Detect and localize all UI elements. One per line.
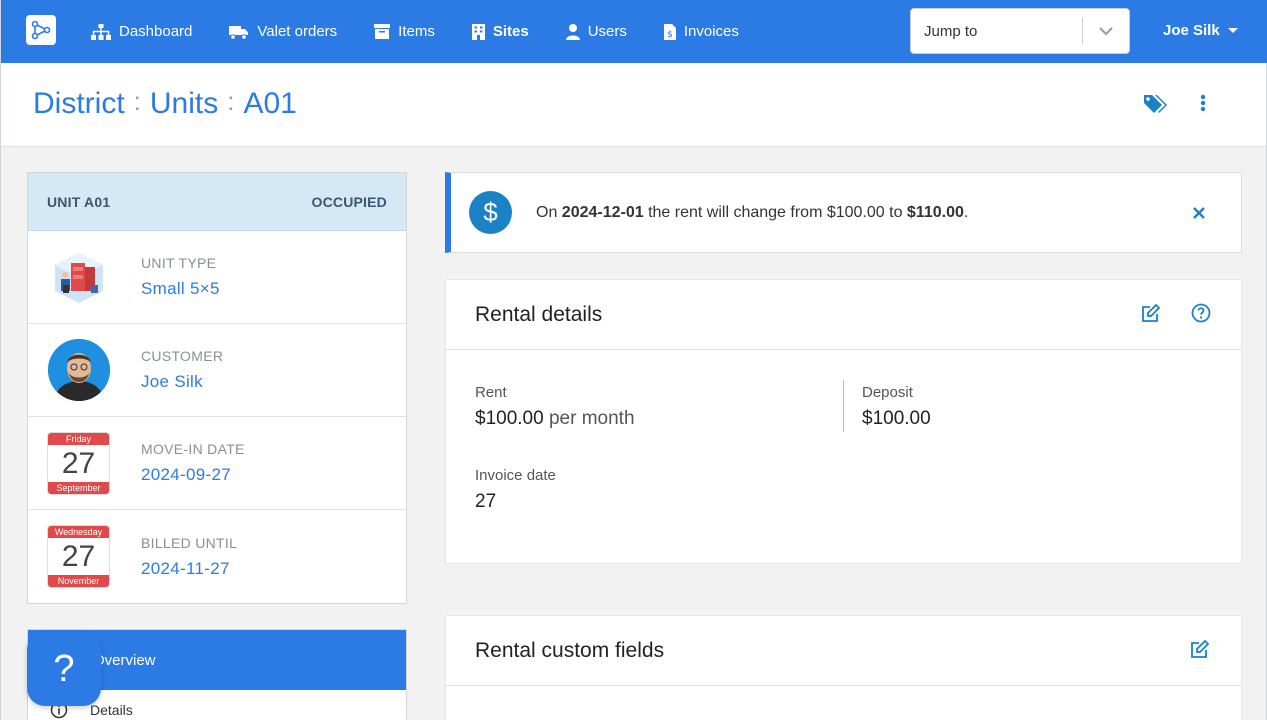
calendar-weekday: Friday — [48, 432, 109, 445]
calendar-day: 27 — [61, 540, 96, 573]
top-navbar: Dashboard Valet orders Items Sites Users… — [1, 0, 1267, 63]
building-icon — [471, 23, 485, 40]
jump-to-placeholder: Jump to — [924, 22, 978, 40]
notice-pre: On — [536, 203, 562, 221]
rental-details-card: Rental details Rent $100.00 per month De… — [445, 279, 1242, 564]
unit-title: UNIT A01 — [47, 193, 111, 210]
notice-post: . — [963, 203, 969, 221]
help-button[interactable]: ? — [27, 632, 101, 706]
nav-invoices[interactable]: $ Invoices — [663, 23, 739, 40]
unit-status-badge: OCCUPIED — [311, 193, 387, 210]
move-in-row: Friday 27 September MOVE-IN DATE 2024-09… — [28, 417, 406, 510]
invoice-date-label: Invoice date — [475, 467, 556, 484]
nav-sites-label: Sites — [492, 23, 529, 40]
unit-type-illustration-icon — [47, 246, 110, 309]
nav-valet-orders-label: Valet orders — [257, 23, 338, 40]
menu-item-details-label: Details — [90, 702, 133, 718]
menu-item-overview-label: Overview — [93, 651, 156, 669]
invoice-date-value: 27 — [475, 491, 497, 512]
svg-text:$: $ — [667, 30, 673, 40]
rental-details-header: Rental details — [446, 280, 1241, 350]
user-icon — [565, 23, 580, 40]
billed-until-row: Wednesday 27 November BILLED UNTIL 2024-… — [28, 510, 406, 603]
nav-sites[interactable]: Sites — [471, 23, 529, 40]
nav-dashboard-label: Dashboard — [119, 23, 193, 40]
custom-fields-title: Rental custom fields — [475, 638, 665, 662]
rent-label: Rent — [475, 384, 507, 401]
breadcrumb: District : Units : A01 — [33, 86, 297, 121]
user-menu[interactable]: Joe Silk — [1163, 22, 1238, 39]
notice-mid: the rent will change from $100.00 to — [643, 203, 907, 221]
breadcrumb-units[interactable]: Units — [150, 87, 218, 121]
rental-details-title: Rental details — [475, 302, 603, 326]
tags-icon[interactable] — [1142, 93, 1168, 120]
deposit-label: Deposit — [862, 384, 913, 401]
user-name: Joe Silk — [1163, 22, 1220, 39]
nav-invoices-label: Invoices — [683, 23, 739, 40]
jump-to-select[interactable]: Jump to — [910, 8, 1130, 54]
rent-value-row: $100.00 per month — [475, 408, 635, 430]
breadcrumb-unit: A01 — [243, 87, 297, 120]
unit-type-row: UNIT TYPE Small 5×5 — [28, 231, 406, 324]
dollar-icon: $ — [469, 191, 512, 234]
help-circle-icon[interactable] — [1191, 303, 1211, 328]
unit-type-link[interactable]: Small 5×5 — [141, 279, 220, 299]
nav-dashboard[interactable]: Dashboard — [91, 23, 192, 40]
billed-until-link[interactable]: 2024-11-27 — [141, 559, 237, 579]
archive-icon — [374, 24, 391, 39]
sitemap-icon — [91, 23, 111, 40]
nav-items[interactable]: Items — [374, 23, 435, 40]
calendar-month: November — [48, 575, 109, 587]
move-in-label: MOVE-IN DATE — [141, 441, 245, 457]
breadcrumb-separator: : — [227, 86, 235, 116]
rent-value: $100.00 — [475, 408, 544, 429]
calendar-month: September — [48, 481, 109, 494]
more-vertical-icon[interactable] — [1200, 94, 1206, 117]
deposit-value: $100.00 — [862, 408, 931, 429]
billed-until-label: BILLED UNTIL — [141, 534, 238, 551]
help-question-icon: ? — [53, 647, 75, 690]
avatar[interactable] — [47, 339, 110, 401]
invoice-icon: $ — [663, 23, 676, 40]
nav-items-label: Items — [398, 23, 435, 40]
unit-type-label: UNIT TYPE — [141, 255, 217, 271]
nav-users-label: Users — [587, 23, 627, 40]
calendar-day: 27 — [61, 446, 96, 480]
truck-icon — [229, 25, 249, 40]
rent-period: per month — [548, 408, 635, 429]
calendar-weekday: Wednesday — [48, 526, 109, 538]
move-in-calendar-wrap: Friday 27 September — [47, 431, 110, 495]
move-in-link[interactable]: 2024-09-27 — [141, 465, 245, 485]
breadcrumb-district[interactable]: District — [33, 87, 125, 121]
rent-change-notice: $ On 2024-12-01 the rent will change fro… — [445, 172, 1242, 253]
customer-row: CUSTOMER Joe Silk — [28, 324, 406, 417]
unit-header: UNIT A01 OCCUPIED — [28, 173, 406, 231]
billed-calendar-wrap: Wednesday 27 November — [47, 525, 110, 588]
custom-fields-header: Rental custom fields — [446, 616, 1241, 686]
page-header: District : Units : A01 — [1, 63, 1266, 147]
notice-new-rent: $110.00 — [906, 203, 964, 221]
nav-valet-orders[interactable]: Valet orders — [229, 23, 337, 40]
rental-custom-fields-card: Rental custom fields — [445, 615, 1242, 720]
notice-date: 2024-12-01 — [561, 203, 644, 221]
breadcrumb-separator: : — [133, 86, 141, 116]
caret-down-icon — [1227, 28, 1238, 33]
field-divider — [843, 380, 844, 432]
customer-label: CUSTOMER — [141, 348, 224, 364]
customer-avatar-wrap — [47, 339, 110, 402]
app-logo-icon[interactable] — [26, 15, 56, 45]
edit-icon[interactable] — [1190, 639, 1210, 664]
chevron-down-icon[interactable] — [1083, 26, 1129, 36]
customer-link[interactable]: Joe Silk — [141, 372, 223, 392]
notice-text: On 2024-12-01 the rent will change from … — [536, 204, 1179, 222]
calendar-icon: Wednesday 27 November — [47, 525, 110, 588]
edit-icon[interactable] — [1141, 303, 1161, 328]
unit-summary-card: UNIT A01 OCCUPIED UNIT TYPE Small 5×5 CU… — [27, 172, 407, 604]
calendar-icon: Friday 27 September — [47, 431, 110, 495]
close-icon[interactable] — [1179, 206, 1219, 219]
nav-users[interactable]: Users — [565, 23, 627, 40]
